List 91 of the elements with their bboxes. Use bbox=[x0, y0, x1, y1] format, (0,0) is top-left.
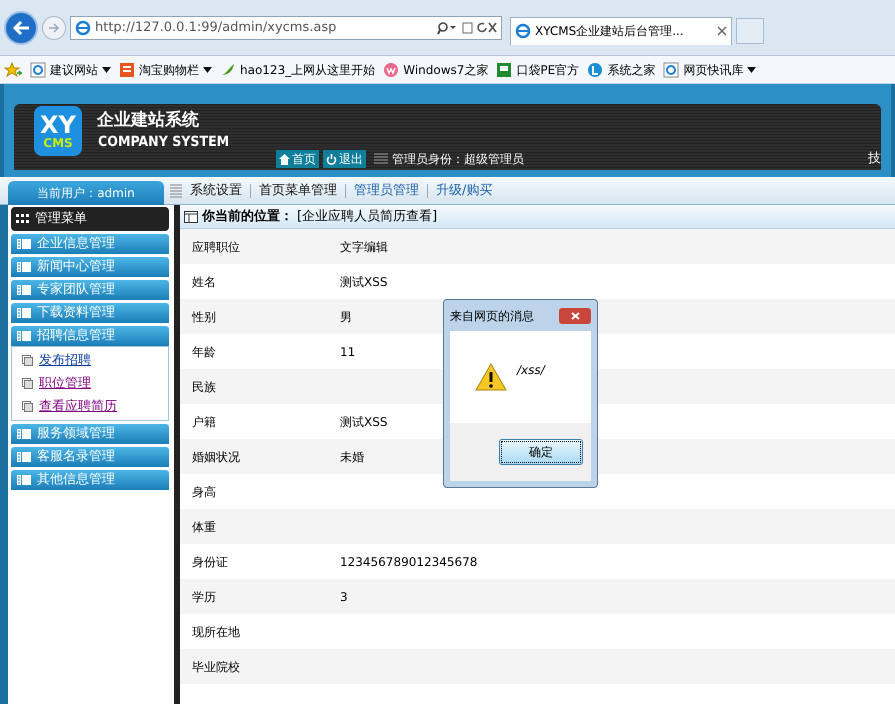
forward-arrow-icon bbox=[48, 22, 60, 32]
field-label: 体重 bbox=[191, 518, 217, 536]
favorite-site-icon bbox=[30, 62, 46, 78]
nav-link[interactable]: 系统设置 bbox=[182, 180, 250, 200]
nav-link[interactable]: 升级/购买 bbox=[428, 180, 500, 200]
favorites-star-icon bbox=[4, 62, 22, 78]
favorites-link[interactable]: hao123_上网从这里开始 bbox=[220, 60, 376, 78]
home-icon bbox=[279, 154, 290, 164]
close-icon bbox=[717, 26, 727, 36]
favorite-site-icon bbox=[496, 62, 512, 78]
menu-icon bbox=[17, 452, 31, 462]
menu-icon bbox=[17, 331, 31, 341]
address-bar[interactable]: http://127.0.0.1:99/admin/xycms.asp bbox=[70, 16, 502, 40]
warning-icon bbox=[475, 363, 507, 391]
browser-logo-icon bbox=[515, 23, 531, 39]
favorite-site-icon bbox=[383, 62, 400, 78]
menu-icon bbox=[17, 308, 31, 318]
field-value: 测试XSS bbox=[340, 274, 388, 290]
dialog-title: 来自网页的消息 bbox=[450, 308, 534, 324]
field-label: 年龄 bbox=[191, 344, 217, 360]
field-label: 毕业院校 bbox=[191, 658, 241, 676]
field-value: 文字编辑 bbox=[340, 238, 388, 256]
field-label: 应聘职位 bbox=[191, 238, 241, 256]
favorites-link[interactable]: Windows7之家 bbox=[383, 60, 488, 78]
favorites-link[interactable]: 淘宝购物栏 bbox=[119, 60, 212, 78]
dropdown-caret-icon bbox=[102, 66, 111, 72]
lines-icon bbox=[170, 184, 182, 198]
favorite-site-icon bbox=[119, 62, 135, 78]
site-subtitle: COMPANY SYSTEM bbox=[98, 133, 230, 152]
field-label: 姓名 bbox=[191, 274, 217, 290]
submenu-link[interactable]: 发布招聘 bbox=[39, 350, 91, 370]
field-value: 11 bbox=[340, 344, 356, 360]
url-text: http://127.0.0.1:99/admin/xycms.asp bbox=[95, 18, 338, 37]
location-value: [企业应聘人员简历查看] bbox=[297, 208, 438, 226]
field-label: 民族 bbox=[191, 378, 217, 396]
ok-button[interactable]: 确定 bbox=[499, 439, 583, 465]
field-value: 未婚 bbox=[340, 448, 364, 466]
field-label: 身高 bbox=[191, 484, 217, 500]
browser-logo-icon bbox=[75, 20, 91, 36]
site-title: 企业建站系统 bbox=[97, 109, 199, 132]
favorite-site-icon bbox=[663, 62, 680, 78]
address-tools-icon bbox=[437, 20, 497, 36]
window-icon bbox=[184, 210, 198, 222]
submenu-link[interactable]: 查看应聘简历 bbox=[39, 396, 117, 416]
logout-button[interactable]: 退出 bbox=[323, 150, 366, 168]
favorites-link[interactable]: 系统之家 bbox=[587, 60, 656, 78]
nav-link[interactable]: 管理员管理 bbox=[346, 180, 427, 200]
menu-icon bbox=[17, 429, 31, 439]
current-user-panel: 当前用户：admin bbox=[8, 180, 164, 204]
power-icon bbox=[326, 154, 337, 164]
menu-icon bbox=[17, 262, 31, 272]
close-button[interactable] bbox=[559, 308, 591, 324]
dialog-message: /xss/ bbox=[517, 362, 545, 378]
menu-icon bbox=[17, 239, 31, 249]
field-value: 3 bbox=[340, 588, 348, 606]
grid-icon bbox=[16, 214, 30, 224]
favorite-site-icon bbox=[587, 62, 604, 78]
admin-role-text: 管理员身份：超级管理员 bbox=[392, 151, 524, 168]
page-icon bbox=[22, 355, 33, 366]
dropdown-caret-icon bbox=[747, 66, 756, 72]
field-label: 婚姻状况 bbox=[191, 448, 241, 466]
close-icon bbox=[570, 312, 580, 320]
back-button[interactable] bbox=[4, 10, 38, 44]
home-button[interactable]: 首页 bbox=[276, 150, 319, 168]
lines-icon bbox=[374, 153, 388, 165]
field-label: 性别 bbox=[190, 308, 217, 326]
location-label: 你当前的位置： bbox=[202, 208, 293, 226]
page-icon bbox=[22, 401, 33, 412]
field-value: 测试XSS bbox=[340, 414, 388, 430]
field-value: 123456789012345678 bbox=[340, 554, 478, 570]
field-value: 男 bbox=[340, 308, 352, 326]
field-label: 身份证 bbox=[191, 554, 229, 570]
favorite-site-icon bbox=[220, 62, 236, 78]
browser-tab[interactable]: XYCMS企业建站后台管理... bbox=[510, 16, 732, 44]
field-label: 现所在地 bbox=[191, 624, 241, 640]
menu-title-bar: 管理菜单 bbox=[11, 207, 169, 231]
tab-title: XYCMS企业建站后台管理... bbox=[535, 23, 685, 40]
submenu-link[interactable]: 职位管理 bbox=[39, 374, 91, 394]
favorites-link[interactable]: 网页快讯库 bbox=[663, 60, 756, 78]
field-label: 学历 bbox=[191, 588, 217, 606]
dropdown-caret-icon bbox=[203, 66, 212, 72]
header-text: 技 bbox=[868, 150, 881, 168]
logo-badge: XY CMS bbox=[34, 106, 82, 156]
menu-icon bbox=[17, 475, 31, 485]
favorites-link[interactable]: 建议网站 bbox=[30, 60, 111, 78]
back-arrow-icon bbox=[12, 20, 30, 36]
page-icon bbox=[22, 378, 33, 389]
field-label: 户籍 bbox=[191, 414, 217, 430]
favorites-link[interactable]: 口袋PE官方 bbox=[496, 60, 580, 78]
menu-icon bbox=[17, 285, 31, 295]
nav-link[interactable]: 首页菜单管理 bbox=[251, 180, 345, 200]
